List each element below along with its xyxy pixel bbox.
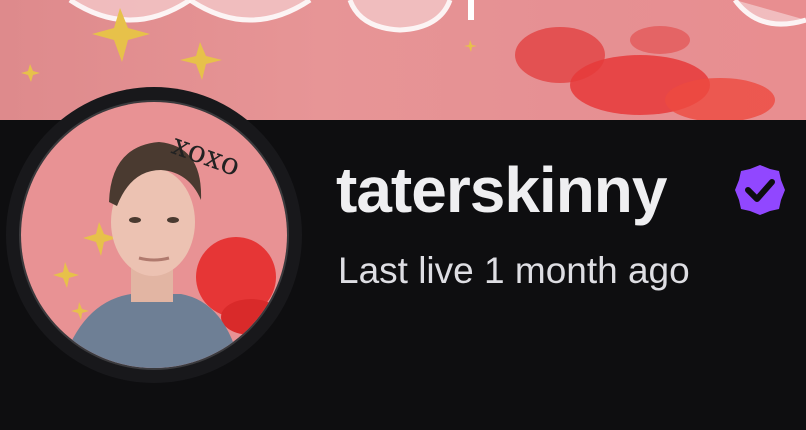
last-live-status: Last live 1 month ago xyxy=(338,250,690,291)
avatar[interactable]: xoxo xyxy=(21,102,287,368)
verified-badge-icon xyxy=(733,163,787,217)
avatar-image xyxy=(21,102,287,368)
channel-name[interactable]: taterskinny xyxy=(336,158,667,222)
